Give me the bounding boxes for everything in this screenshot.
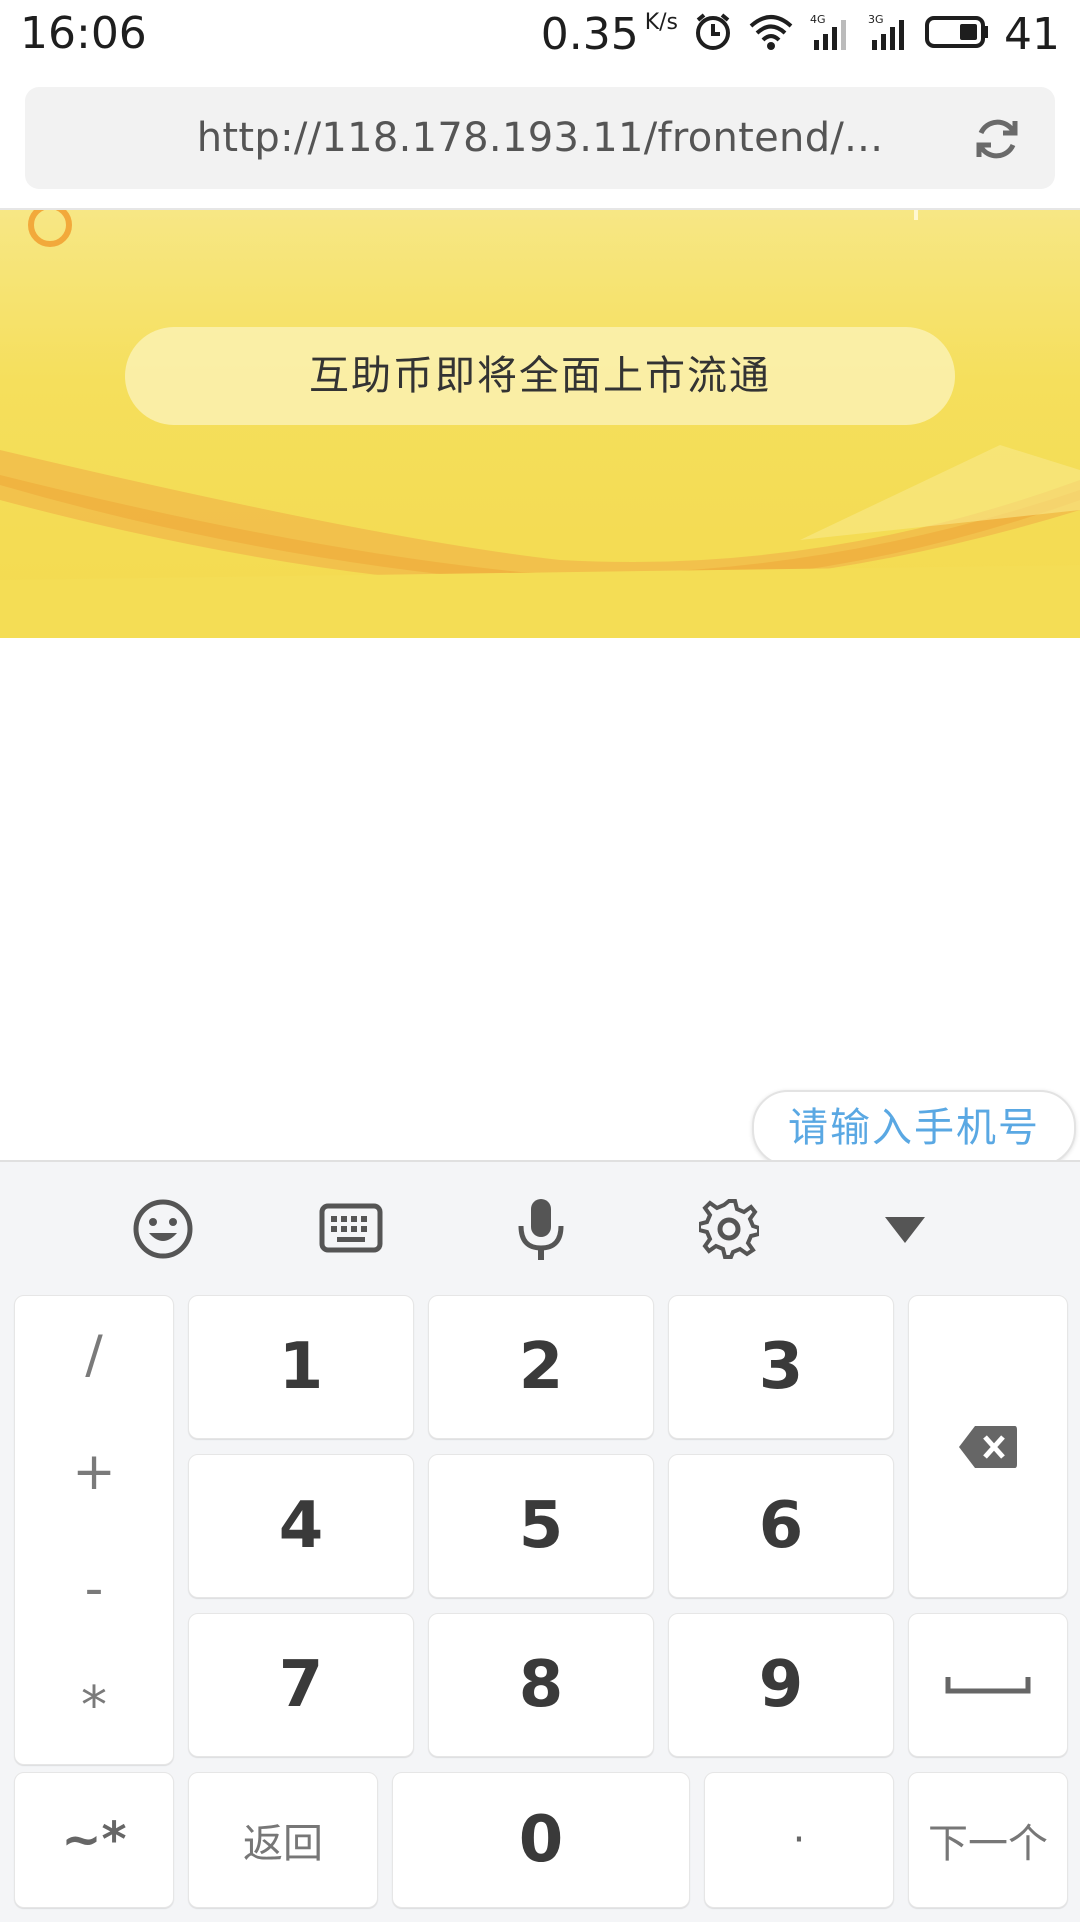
banner-announcement: 互助币即将全面上市流通 <box>125 327 955 425</box>
symbol-asterisk-key[interactable]: * <box>15 1647 173 1764</box>
key-4[interactable]: 4 <box>188 1454 414 1598</box>
status-icons: 0.35 K/s 4G 3G 41 <box>541 8 1060 60</box>
symbols-column: / + - * <box>14 1295 174 1765</box>
key-1[interactable]: 1 <box>188 1295 414 1439</box>
symbol-plus-key[interactable]: + <box>15 1413 173 1530</box>
url-text[interactable]: http://118.178.193.11/frontend/... <box>25 87 1055 189</box>
network-speed-unit: K/s <box>644 9 678 35</box>
wifi-icon <box>748 12 794 56</box>
gear-icon[interactable] <box>697 1197 761 1261</box>
key-2[interactable]: 2 <box>428 1295 654 1439</box>
key-3[interactable]: 3 <box>668 1295 894 1439</box>
battery-level: 41 <box>1004 8 1060 60</box>
signal-4g-icon: 4G <box>808 12 852 56</box>
numeric-keyboard: / + - * 1 2 3 4 5 6 7 8 9 ~* 返回 0 · 下一个 <box>0 1160 1080 1922</box>
key-0[interactable]: 0 <box>392 1772 690 1908</box>
back-key[interactable]: 返回 <box>188 1772 378 1908</box>
symbol-minus-key[interactable]: - <box>15 1530 173 1647</box>
symbols-toggle-key[interactable]: ~* <box>14 1772 174 1908</box>
status-bar: 16:06 0.35 K/s 4G 3G 41 <box>0 0 1080 68</box>
key-5[interactable]: 5 <box>428 1454 654 1598</box>
status-time: 16:06 <box>20 8 147 59</box>
keyboard-toolbar <box>0 1162 1080 1292</box>
microphone-icon[interactable] <box>509 1197 573 1261</box>
collapse-keyboard-icon[interactable] <box>873 1197 937 1261</box>
alarm-icon <box>692 11 734 57</box>
battery-icon <box>924 14 990 54</box>
address-bar[interactable]: http://118.178.193.11/frontend/... <box>25 87 1055 189</box>
phone-input-hint[interactable]: 请输入手机号 <box>752 1090 1076 1166</box>
emoji-icon[interactable] <box>131 1197 195 1261</box>
promo-banner: 互助币即将全面上市流通 <box>0 210 1080 638</box>
network-speed: 0.35 <box>540 8 639 60</box>
key-7[interactable]: 7 <box>188 1613 414 1757</box>
key-8[interactable]: 8 <box>428 1613 654 1757</box>
signal-3g-label: 3G <box>868 13 884 26</box>
backspace-icon <box>959 1425 1017 1468</box>
key-6[interactable]: 6 <box>668 1454 894 1598</box>
symbol-slash-key[interactable]: / <box>15 1296 173 1413</box>
keyboard-icon[interactable] <box>319 1197 383 1261</box>
key-9[interactable]: 9 <box>668 1613 894 1757</box>
space-icon <box>945 1677 1031 1694</box>
reload-icon[interactable] <box>971 113 1023 165</box>
signal-3g-icon: 3G <box>866 12 910 56</box>
signal-4g-label: 4G <box>810 13 826 26</box>
backspace-key[interactable] <box>908 1295 1068 1598</box>
space-key[interactable] <box>908 1613 1068 1757</box>
next-key[interactable]: 下一个 <box>908 1772 1068 1908</box>
dot-key[interactable]: · <box>704 1772 894 1908</box>
